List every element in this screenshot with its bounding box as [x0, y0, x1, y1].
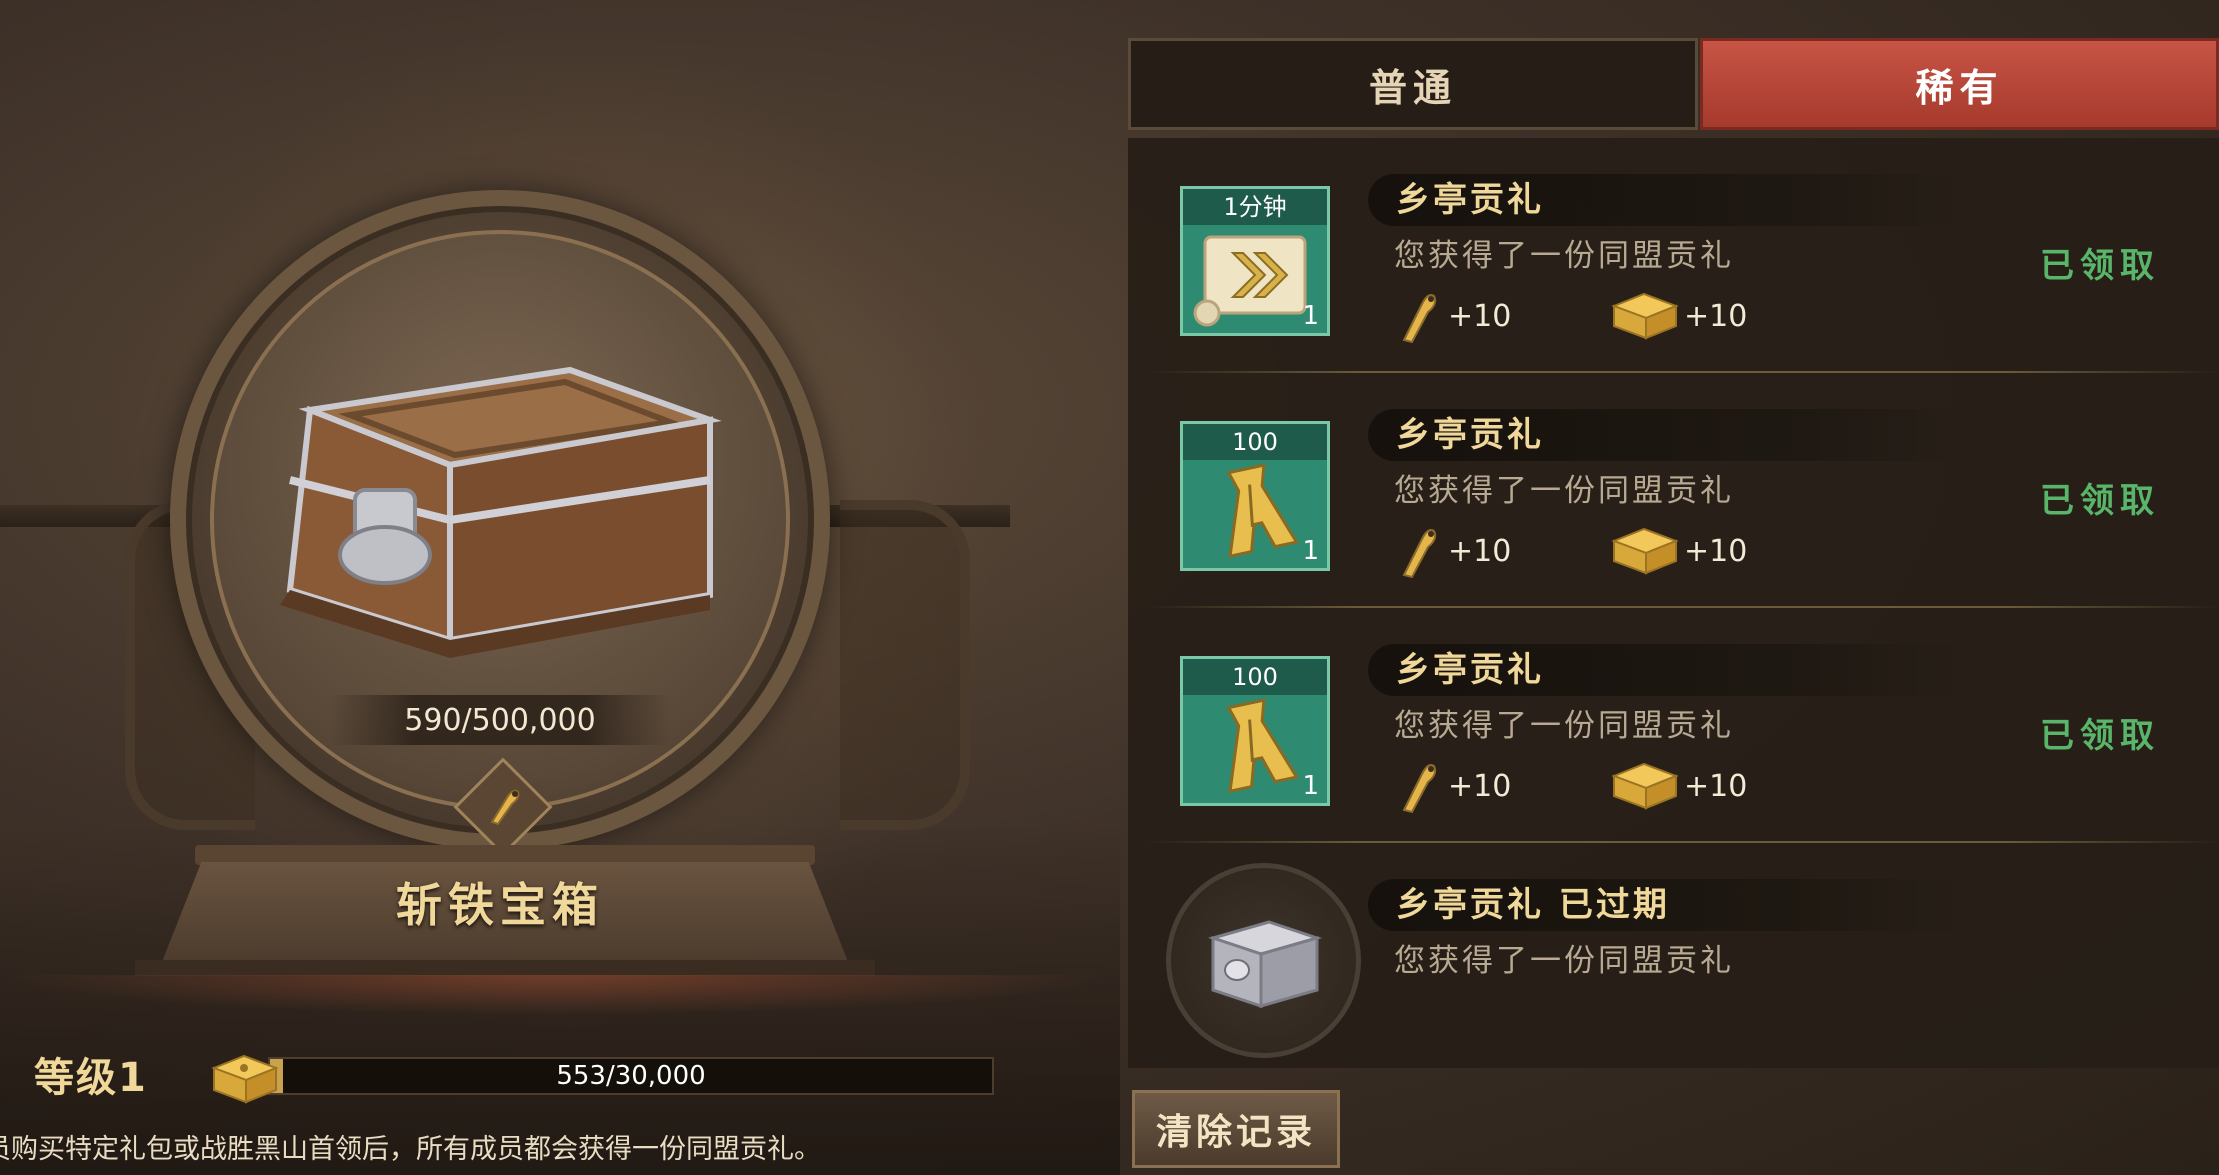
reward-gold: +10 — [1610, 756, 1747, 816]
tab-bar: 普通 稀有 — [1128, 38, 2219, 130]
expired-item-disc[interactable] — [1166, 863, 1361, 1058]
item-value-label: 100 — [1183, 424, 1327, 460]
reward-contribution: +10 — [1392, 756, 1511, 816]
scroll-speedup-icon — [1193, 235, 1307, 327]
silver-chest-icon — [1207, 920, 1323, 1009]
reward-contribution: +10 — [1392, 286, 1511, 346]
gold-ingot-icon — [1611, 527, 1679, 575]
entry-title: 乡亭贡礼 — [1396, 180, 1544, 220]
clear-records-button[interactable]: 清除记录 — [1132, 1090, 1340, 1168]
level-progress-text: 553/30,000 — [556, 1061, 706, 1091]
item-slot[interactable]: 100 1 — [1180, 421, 1330, 571]
item-count: 1 — [1302, 301, 1319, 331]
dagger-icon — [1402, 529, 1437, 579]
gold-ingot-icon — [1611, 762, 1679, 810]
claimed-status: 已领取 — [2040, 246, 2160, 286]
level-label: 等级1 — [34, 1055, 148, 1101]
reward-amount: +10 — [1448, 533, 1512, 569]
reward-gold: +10 — [1610, 521, 1747, 581]
reward-amount: +10 — [1448, 768, 1512, 804]
list-item: 100 1 乡亭贡礼 您获得了一份同盟贡礼 +10 +10 已领取 — [1128, 373, 2219, 608]
item-count: 1 — [1302, 771, 1319, 801]
reward-amount: +10 — [1684, 298, 1748, 334]
entry-description: 您获得了一份同盟贡礼 — [1394, 708, 1734, 744]
item-slot[interactable]: 100 1 — [1180, 656, 1330, 806]
gift-log-panel: 普通 稀有 1分钟 1 乡亭贡礼 您获得了一份同盟贡礼 +10 +10 已领取 … — [1128, 0, 2219, 1175]
chest-panel: 590/500,000 斩铁宝箱 等级1 553/30,000 员购买特定礼包或… — [0, 0, 1120, 1175]
footer-note: 员购买特定礼包或战胜黑山首领后，所有成员都会获得一份同盟贡礼。 — [0, 1134, 821, 1165]
dagger-icon — [490, 789, 520, 826]
entry-description: 您获得了一份同盟贡礼 — [1394, 473, 1734, 509]
reward-gold: +10 — [1610, 286, 1747, 346]
dagger-icon — [1402, 764, 1437, 814]
dagger-icon — [1402, 294, 1437, 344]
item-slot[interactable]: 1分钟 1 — [1180, 186, 1330, 336]
claimed-status: 已领取 — [2040, 481, 2160, 521]
floor-glow — [0, 975, 1110, 1015]
pedestal-base — [135, 960, 875, 976]
chest-name: 斩铁宝箱 — [396, 878, 604, 932]
claimed-status: 已领取 — [2040, 716, 2160, 756]
gift-list[interactable]: 1分钟 1 乡亭贡礼 您获得了一份同盟贡礼 +10 +10 已领取 100 1 … — [1128, 138, 2219, 1068]
list-item: 1分钟 1 乡亭贡礼 您获得了一份同盟贡礼 +10 +10 已领取 — [1128, 138, 2219, 373]
chest-progress-counter: 590/500,000 — [330, 695, 670, 745]
list-item: 100 1 乡亭贡礼 您获得了一份同盟贡礼 +10 +10 已领取 — [1128, 608, 2219, 843]
entry-title: 乡亭贡礼 — [1396, 650, 1544, 690]
treasure-chest-icon[interactable] — [270, 340, 730, 660]
item-value-label: 100 — [1183, 659, 1327, 695]
entry-title: 乡亭贡礼 — [1396, 415, 1544, 455]
reward-contribution: +10 — [1392, 521, 1511, 581]
reward-amount: +10 — [1448, 298, 1512, 334]
item-duration-label: 1分钟 — [1183, 189, 1327, 225]
reward-amount: +10 — [1684, 533, 1748, 569]
stand-arm-right — [840, 500, 970, 830]
entry-title: 乡亭贡礼 已过期 — [1396, 885, 1670, 925]
tab-rare[interactable]: 稀有 — [1700, 38, 2219, 130]
reward-amount: +10 — [1684, 768, 1748, 804]
entry-description: 您获得了一份同盟贡礼 — [1394, 943, 1734, 979]
item-count: 1 — [1302, 536, 1319, 566]
tab-normal[interactable]: 普通 — [1128, 38, 1698, 130]
gold-ingot-icon — [1611, 292, 1679, 340]
list-item-expired: 乡亭贡礼 已过期 您获得了一份同盟贡礼 — [1128, 843, 2219, 1078]
spade-coin-icon — [1226, 463, 1299, 559]
entry-description: 您获得了一份同盟贡礼 — [1394, 238, 1734, 274]
spade-coin-icon — [1226, 698, 1299, 794]
